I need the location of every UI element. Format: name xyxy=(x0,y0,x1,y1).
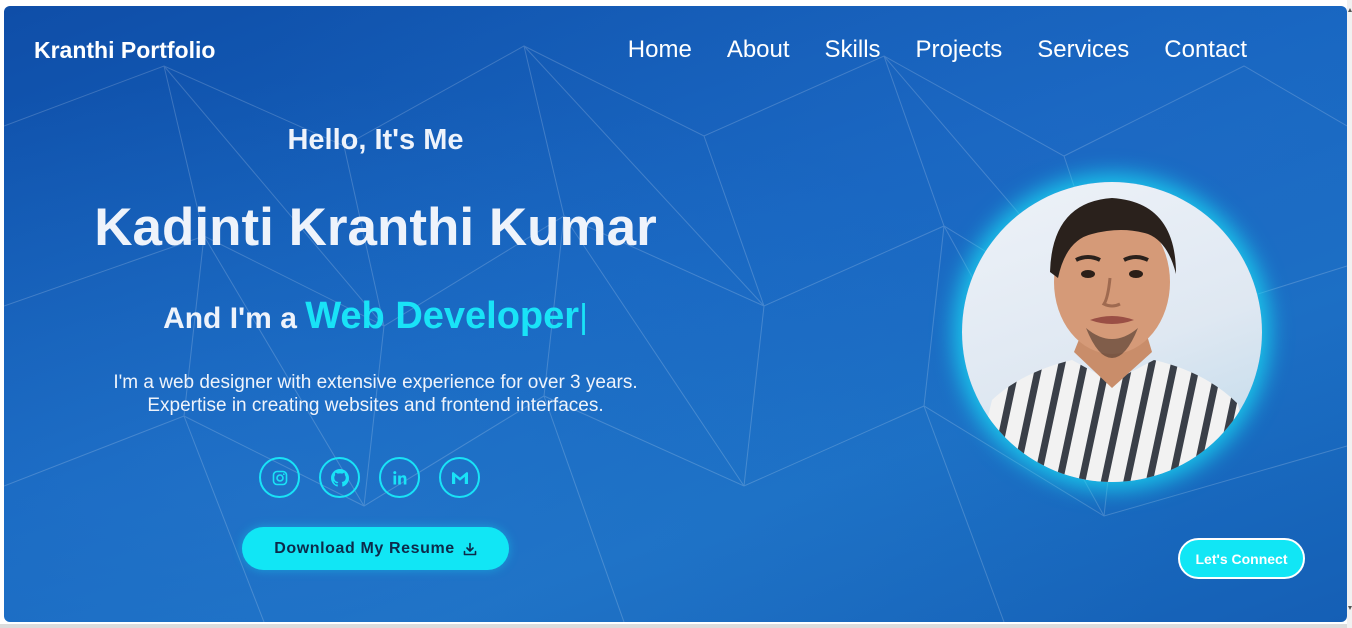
scroll-up-arrow-icon[interactable] xyxy=(1348,8,1352,12)
instagram-icon xyxy=(272,470,287,485)
greeting: Hello, It's Me xyxy=(287,124,464,156)
scroll-down-arrow-icon[interactable] xyxy=(1348,606,1352,610)
github-icon xyxy=(330,468,349,487)
nav-links: Home About Skills Projects Services Cont… xyxy=(628,36,1247,64)
resume-button-label: Download My Resume xyxy=(274,539,455,557)
navbar: Kranthi Portfolio Home About Skills Proj… xyxy=(4,6,1347,84)
brand-logo[interactable]: Kranthi Portfolio xyxy=(34,37,215,64)
linkedin-button[interactable] xyxy=(379,457,420,498)
bottom-strip xyxy=(0,624,1347,628)
nav-about[interactable]: About xyxy=(727,36,790,64)
typing-caret: | xyxy=(579,298,588,336)
download-resume-button[interactable]: Download My Resume xyxy=(242,527,509,570)
bio: I'm a web designer with extensive experi… xyxy=(44,371,707,417)
scrollbar[interactable] xyxy=(1347,0,1352,628)
role-line: And I'm a Web Developer| xyxy=(44,295,707,343)
nav-contact[interactable]: Contact xyxy=(1164,36,1247,64)
nav-home[interactable]: Home xyxy=(628,36,692,64)
full-name: Kadinti Kranthi Kumar xyxy=(94,198,657,257)
download-icon xyxy=(463,542,477,555)
nav-projects[interactable]: Projects xyxy=(916,36,1003,64)
github-button[interactable] xyxy=(319,457,360,498)
lets-connect-button[interactable]: Let's Connect xyxy=(1178,538,1305,579)
nav-services[interactable]: Services xyxy=(1037,36,1129,64)
bio-line-1: I'm a web designer with extensive experi… xyxy=(113,372,638,393)
nav-skills[interactable]: Skills xyxy=(825,36,881,64)
role-prefix: And I'm a xyxy=(163,302,297,335)
profile-photo xyxy=(962,182,1262,482)
bio-line-2: Expertise in creating websites and front… xyxy=(147,395,604,416)
social-links xyxy=(259,457,480,498)
gmail-button[interactable] xyxy=(439,457,480,498)
hero-text: Hello, It's Me Kadinti Kranthi Kumar And… xyxy=(44,124,707,417)
role-text: Web Developer xyxy=(305,295,580,337)
person-portrait-icon xyxy=(972,198,1254,482)
instagram-button[interactable] xyxy=(259,457,300,498)
gmail-icon xyxy=(451,471,468,484)
hero-section: Kranthi Portfolio Home About Skills Proj… xyxy=(4,6,1347,622)
linkedin-icon xyxy=(392,470,406,484)
